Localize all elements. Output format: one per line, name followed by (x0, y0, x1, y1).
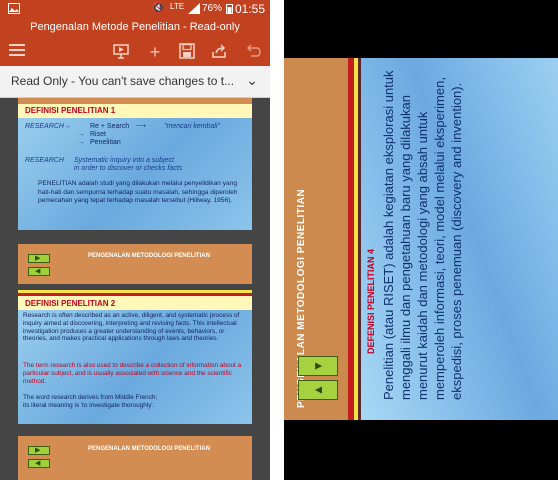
signal-icon (188, 3, 200, 17)
slide-thumbnail-2[interactable]: ▶ ◀ PENGENALAN METODOLOGI PENELITIAN (18, 244, 252, 284)
next-button: ▶ (28, 446, 50, 455)
share-icon[interactable] (210, 43, 228, 61)
image-icon (8, 3, 20, 17)
arrow-icon: → (64, 123, 71, 130)
menu-icon[interactable] (8, 43, 26, 61)
add-icon[interactable]: + (146, 43, 164, 61)
up-arrow-icon: ▲ (311, 384, 325, 396)
left-phone-screen: 🔇 LTE 76% 01:55 Pengenalan Metode Peneli… (0, 0, 270, 480)
mencari-kembali-text: "mencari kembali" (164, 123, 220, 130)
next-button: ▶ (28, 254, 50, 263)
slide-thumbnail-3[interactable]: DEFINISI PENELITIAN 2 Research is often … (18, 290, 252, 424)
play-icon: ▶ (35, 255, 41, 262)
play-icon: ▶ (35, 447, 41, 454)
status-time: 01:55 (234, 2, 265, 16)
status-bar: 🔇 LTE 76% 01:55 (0, 0, 270, 18)
rotated-slide[interactable]: PENGENALAN METODOLOGI PENELITIAN ▲ ▼ DEF… (284, 58, 558, 420)
read-only-banner[interactable]: Read Only - You can't save changes to t.… (0, 66, 270, 98)
arrow-icon: → (78, 139, 85, 146)
research-label: RESEARCH (25, 123, 64, 130)
slide-band: PENGENALAN METODOLOGI PENELITIAN ▲ ▼ (284, 58, 348, 420)
slide-band-title: PENGENALAN METODOLOGI PENELITIAN (88, 253, 210, 259)
screenshot-root: 🔇 LTE 76% 01:55 Pengenalan Metode Peneli… (0, 0, 558, 480)
slide-title: DEFINISI PENELITIAN 2 (25, 299, 116, 308)
next-button[interactable]: ▼ (298, 356, 338, 376)
penelitian-text: Penelitian (90, 139, 121, 146)
document-title: Pengenalan Metode Penelitian - Read-only (0, 18, 270, 38)
slide-paragraph-3-line2: its literal meaning is 'to investigate t… (23, 402, 155, 409)
research-label: RESEARCH (25, 157, 64, 164)
down-arrow-icon: ▼ (311, 360, 325, 372)
mute-icon: 🔇 (152, 3, 165, 14)
back-icon: ◀ (35, 460, 41, 467)
slide-definition-title: DEFENISI PENELITIAN 4 (366, 248, 376, 354)
battery-icon (226, 3, 233, 17)
slide-thumbnail-4[interactable]: ▶ ◀ PENGENALAN METODOLOGI PENELITIAN (18, 436, 252, 480)
save-icon[interactable] (178, 43, 196, 61)
slide-band-title: PENGENALAN METODOLOGI PENELITIAN (88, 446, 210, 452)
read-only-text: Read Only - You can't save changes to t.… (11, 74, 235, 88)
arrow-icon: ⟶ (136, 123, 147, 130)
battery-level: 76% (201, 3, 222, 14)
slide-body-text: Penelitian (atau RISET) adalah kegiatan … (381, 70, 464, 400)
prev-button: ◀ (28, 459, 50, 468)
back-icon: ◀ (35, 268, 41, 275)
slide-body: PENELITIAN adalah studi yang dilakukan m… (38, 180, 238, 204)
prev-button: ◀ (28, 267, 50, 276)
chevron-down-icon[interactable]: ⌄ (246, 72, 258, 89)
rotated-slide-content: PENGENALAN METODOLOGI PENELITIAN ▲ ▼ DEF… (284, 58, 558, 420)
systematic-text-line2: in order to discover or checks facts (74, 165, 183, 172)
slide-paragraph-1: Research is often described as an active… (23, 312, 240, 343)
prev-button[interactable]: ▲ (298, 380, 338, 400)
undo-icon[interactable] (244, 43, 262, 61)
slide-title: DEFINISI PENELITIAN 1 (25, 106, 116, 115)
slide-paragraph-3-line1: The word research derives from Middle Fr… (23, 394, 158, 401)
slide-thumbnail-1[interactable]: DEFINISI PENELITIAN 1 RESEARCH → Re + Se… (18, 98, 252, 230)
present-icon[interactable] (112, 43, 130, 61)
network-type: LTE (170, 2, 185, 11)
right-phone-screen: PENGENALAN METODOLOGI PENELITIAN ▲ ▼ DEF… (284, 0, 558, 480)
slide-paragraph-2: The term research is also used to descri… (23, 362, 242, 385)
app-toolbar: + (0, 38, 270, 66)
